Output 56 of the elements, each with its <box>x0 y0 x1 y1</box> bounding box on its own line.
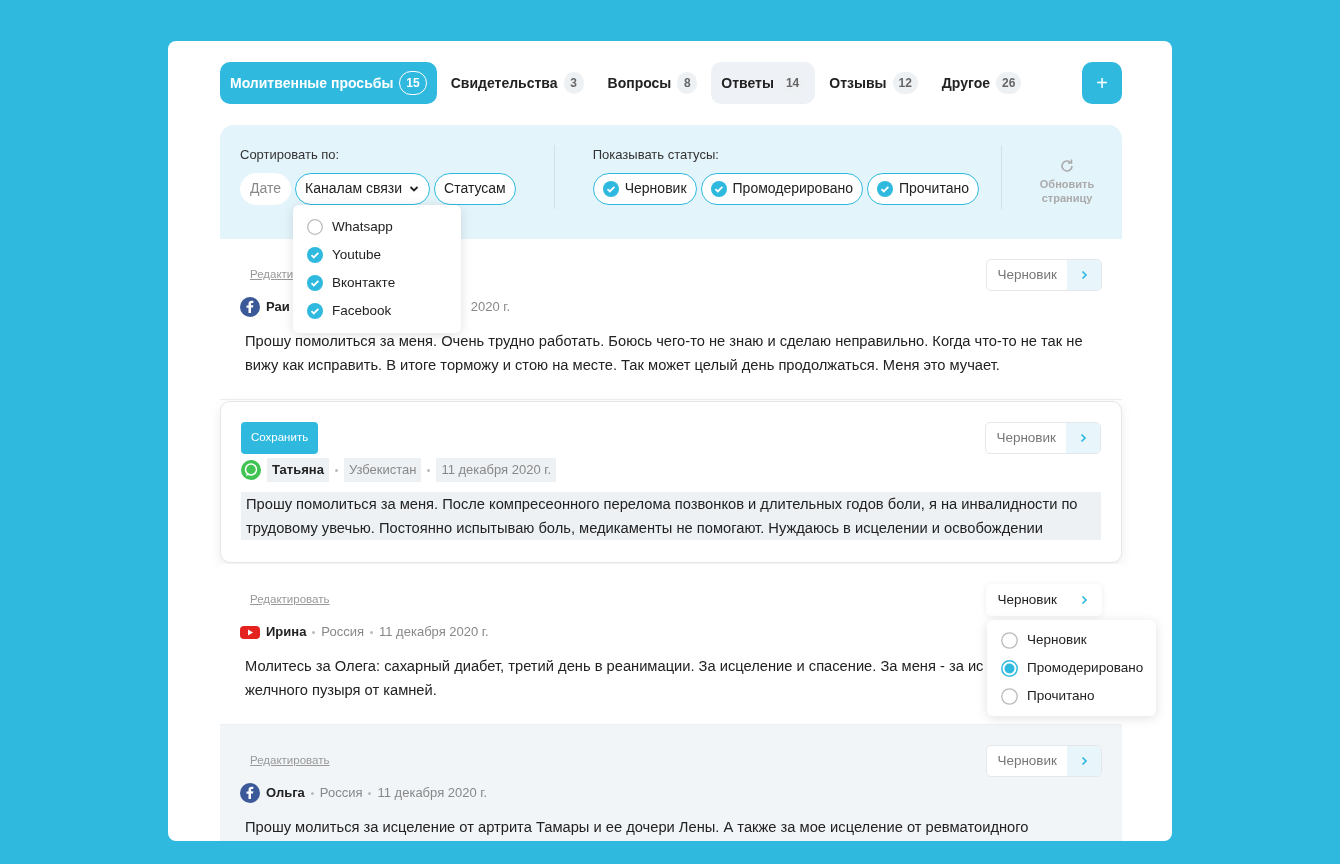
date-label: 11 декабря 2020 г. <box>436 458 557 482</box>
status-filter-option[interactable]: Черновик <box>592 172 697 205</box>
author-name: Ольга <box>266 784 305 803</box>
next-button[interactable] <box>1067 746 1101 776</box>
count-badge: 26 <box>996 72 1022 94</box>
sort-option[interactable]: Дате <box>240 172 291 205</box>
menu-item[interactable]: Прочитано <box>1001 682 1142 710</box>
post-text: Прошу молиться за исцеление от артрита Тамары и ее дочери Лены. А также за мое исцеление от ревматоидного <box>245 818 1029 837</box>
author-name: Ирина <box>266 623 307 642</box>
author-name: Раи <box>266 298 290 317</box>
menu-item[interactable]: Черновик <box>1001 626 1142 654</box>
next-button[interactable] <box>1066 423 1100 453</box>
count-badge: 12 <box>892 72 918 94</box>
count-badge: 8 <box>677 72 698 94</box>
chevron-right-icon <box>1078 433 1088 443</box>
refresh-icon <box>1059 158 1075 175</box>
country-label: Узбекистан <box>343 458 422 482</box>
letter-f-icon <box>240 297 260 317</box>
post-text: желчного пузыря от камней. <box>245 681 437 700</box>
chevron-right-icon <box>1079 270 1089 280</box>
chevron-right-icon <box>1079 595 1089 605</box>
chevron-right-icon <box>1079 756 1089 766</box>
tab[interactable]: Ответы 14 <box>711 62 816 104</box>
menu-item[interactable]: Youtube <box>307 241 447 269</box>
post-text: Прошу помолиться за меня. После компресеонного перелома позвонков и длительных годов боли, я на инвалидности по трудовому увечью. Постоянно испытываю боль, медикаменты не помогают. Нуждаюсь в исцелении и освобождении <box>246 495 1079 538</box>
letter-f-icon <box>240 783 260 803</box>
post-text: Прошу помолиться за меня. Очень трудно работать. Боюсь чего-то не знаю и сделаю неправильно. Когда что-то не так не вижу как исправить. В итоге торможу и стою на месте. Так может целый день продолжаться. Меня это мучает. <box>245 332 1084 375</box>
status-button[interactable]: Черновик <box>986 423 1066 453</box>
country-label: Россия <box>319 784 363 803</box>
next-button[interactable] <box>1067 585 1101 615</box>
country-label: Россия <box>321 623 364 642</box>
date-label: 2020 г. <box>470 298 511 317</box>
status-button[interactable]: Черновик <box>987 585 1067 615</box>
date-label: 11 декабря 2020 г. <box>377 784 488 803</box>
tab[interactable]: Свидетельства 3 <box>440 62 594 104</box>
menu-item[interactable]: Промодерировано <box>1001 654 1142 682</box>
author-name: Татьяна <box>267 458 329 482</box>
status-filter-option[interactable]: Прочитано <box>867 172 979 205</box>
tab[interactable]: Отзывы 12 <box>819 62 928 104</box>
date-label: 11 декабря 2020 г. <box>379 623 489 642</box>
status-button[interactable]: Черновик <box>987 746 1067 776</box>
menu-item[interactable]: Whatsapp <box>307 213 447 241</box>
menu-item[interactable]: Вконтакте <box>307 269 447 297</box>
menu-item[interactable]: Facebook <box>307 297 447 325</box>
sort-option[interactable]: Статусам <box>434 172 516 205</box>
status-filter-option[interactable]: Промодерировано <box>700 172 863 205</box>
post-text: Молитесь за Олега: сахарный диабет, третий день в реанимации. За исцеление и спасение. За меня - за ис <box>245 657 984 676</box>
status-button[interactable]: Черновик <box>987 260 1067 290</box>
chat-bubble-icon <box>241 460 261 480</box>
tab[interactable]: Вопросы 8 <box>597 62 708 104</box>
sort-option[interactable]: Каналам связи <box>295 172 431 205</box>
status-filter-label: Показывать статусы: <box>592 146 720 164</box>
sort-label: Сортировать по: <box>240 146 341 164</box>
count-badge: 3 <box>563 72 584 94</box>
next-button[interactable] <box>1067 260 1101 290</box>
tab[interactable]: Другое 26 <box>931 62 1032 104</box>
